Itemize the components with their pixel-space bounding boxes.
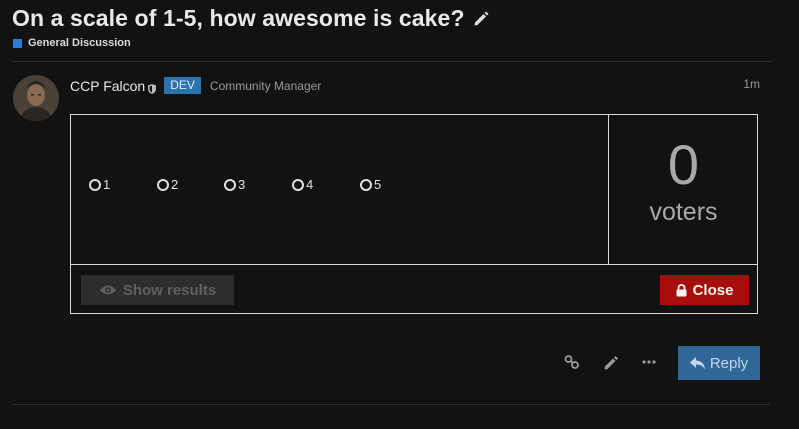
poll-option-2[interactable]: 2 [157,177,178,192]
reply-arrow-icon [689,356,705,369]
voters-label: voters [649,198,718,226]
poll-option-label: 4 [306,177,314,192]
close-poll-label: Close [692,281,734,299]
shield-icon [148,81,157,94]
link-icon[interactable] [564,354,580,370]
poll-option-1[interactable]: 1 [89,177,110,192]
radio-circle-icon [360,178,372,191]
username[interactable]: CCP Falcon [70,78,145,94]
poll-options-panel: 1 2 3 4 5 [71,115,609,265]
radio-circle-icon [292,178,304,191]
show-results-label: Show results [122,281,217,299]
voters-count: 0 [667,133,700,196]
poll-option-label: 2 [171,177,179,192]
ellipsis-icon[interactable] [641,354,657,370]
avatar[interactable] [13,75,59,121]
poll-option-4[interactable]: 4 [292,177,313,192]
topic-header: On a scale of 1-5, how awesome is cake? [12,5,490,32]
poll-divider [71,264,757,265]
dev-badge: DEV [164,77,201,94]
pencil-icon[interactable] [603,355,619,371]
topic-title[interactable]: On a scale of 1-5, how awesome is cake? [12,5,465,32]
post-bottom-divider [12,404,770,405]
eye-icon [99,285,116,295]
poll-option-label: 3 [238,177,246,192]
radio-circle-icon [157,178,169,191]
poll-option-label: 5 [374,177,382,192]
category-name: General Discussion [28,37,131,49]
radio-circle-icon [89,178,101,191]
category-color-box [13,38,22,48]
lock-icon [676,283,687,296]
poll-option-3[interactable]: 3 [224,177,245,192]
post-meta: CCP Falcon DEV Community Manager [70,77,321,94]
edit-title-pencil-icon[interactable] [472,10,490,28]
reply-button[interactable]: Reply [678,346,760,380]
poll: 1 2 3 4 5 0 voters Show results Close [70,114,758,314]
header-divider [12,61,772,62]
radio-circle-icon [224,178,236,191]
show-results-button[interactable]: Show results [81,275,234,305]
poll-option-label: 1 [103,177,111,192]
user-title: Community Manager [209,78,322,93]
category-link[interactable]: General Discussion [13,37,131,49]
post-timestamp[interactable]: 1m [743,77,760,91]
close-poll-button[interactable]: Close [660,275,749,305]
poll-option-5[interactable]: 5 [360,177,381,192]
reply-label: Reply [709,354,749,372]
